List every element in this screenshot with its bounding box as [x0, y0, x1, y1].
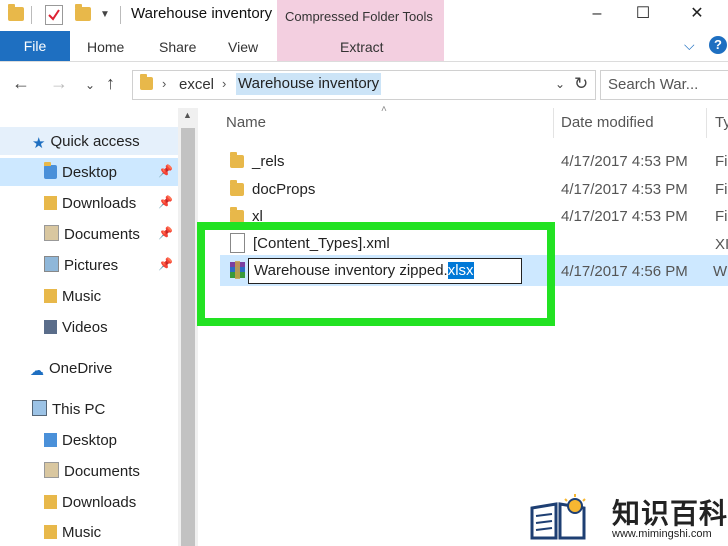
chevron-down-icon[interactable]: ⌄ — [555, 77, 565, 91]
column-date[interactable]: Date modified — [561, 114, 654, 131]
music-icon — [44, 289, 57, 303]
file-date: 4/17/2017 4:53 PM — [561, 153, 688, 170]
file-type: Fi — [715, 181, 728, 198]
breadcrumb-current[interactable]: Warehouse inventory — [236, 73, 382, 95]
chevron-right-icon[interactable]: › — [162, 76, 166, 91]
cloud-icon: ☁ — [30, 362, 44, 378]
compressed-folder-tools-label: Compressed Folder Tools — [285, 9, 433, 24]
watermark-logo — [528, 494, 590, 540]
file-tab[interactable]: File — [0, 31, 70, 61]
maximize-button[interactable]: ☐ — [620, 0, 666, 30]
nav-pc-documents[interactable]: Documents — [44, 458, 140, 485]
tab-share[interactable]: Share — [159, 39, 196, 55]
forward-arrow-icon[interactable]: → — [50, 73, 68, 94]
nav-pc-music[interactable]: Music — [44, 519, 101, 546]
pin-icon[interactable]: 📌 — [158, 164, 173, 178]
documents-icon — [44, 225, 59, 241]
sort-ascending-icon: ˄ — [381, 104, 387, 115]
downloads-icon — [44, 196, 57, 210]
window-title: Warehouse inventory — [131, 5, 273, 22]
pin-icon[interactable]: 📌 — [158, 195, 173, 209]
pin-icon[interactable]: 📌 — [158, 257, 173, 271]
breadcrumb-excel[interactable]: excel — [179, 76, 214, 93]
pin-icon[interactable]: 📌 — [158, 226, 173, 240]
nav-onedrive[interactable]: ☁ OneDrive — [30, 355, 112, 382]
column-name[interactable]: Name — [226, 114, 266, 131]
tab-home[interactable]: Home — [87, 39, 124, 55]
customize-toolbar-icon[interactable]: ▼ — [100, 9, 110, 20]
chevron-right-icon[interactable]: › — [222, 76, 226, 91]
videos-icon — [44, 320, 57, 334]
tab-extract[interactable]: Extract — [340, 39, 384, 55]
file-name[interactable]: [Content_Types].xml — [253, 235, 390, 252]
music-icon — [44, 525, 57, 539]
computer-icon — [32, 400, 47, 416]
nav-pictures[interactable]: Pictures — [44, 252, 118, 279]
nav-desktop[interactable]: Desktop — [44, 159, 117, 186]
file-type: XI — [715, 236, 728, 253]
star-icon: ★ — [32, 135, 46, 152]
nav-music[interactable]: Music — [44, 283, 101, 310]
file-date: 4/17/2017 4:53 PM — [561, 208, 688, 225]
scrollbar-thumb[interactable] — [181, 128, 195, 546]
watermark-name: 知识百科 — [612, 497, 728, 530]
archive-icon — [229, 261, 246, 279]
back-arrow-icon[interactable]: ← — [12, 73, 30, 94]
minimize-button[interactable]: – — [574, 0, 620, 30]
nav-downloads[interactable]: Downloads — [44, 190, 136, 217]
scroll-up-icon[interactable]: ▲ — [183, 110, 192, 120]
nav-this-pc[interactable]: This PC — [32, 396, 105, 423]
file-type: Fi — [715, 208, 728, 225]
column-divider[interactable] — [553, 108, 554, 138]
rename-input[interactable]: Warehouse inventory zipped.xlsx — [248, 258, 522, 284]
divider — [120, 6, 121, 24]
refresh-icon[interactable]: ↻ — [574, 74, 588, 94]
document-icon — [230, 233, 245, 253]
nav-documents[interactable]: Documents — [44, 221, 140, 248]
column-divider[interactable] — [706, 108, 707, 138]
desktop-icon — [44, 162, 57, 179]
rename-selection: xlsx — [447, 262, 474, 279]
tab-view[interactable]: View — [228, 39, 258, 55]
column-type[interactable]: Ty — [715, 114, 728, 131]
nav-quick-access[interactable]: ★ Quick access — [32, 128, 140, 155]
watermark-url: www.mimingshi.com — [612, 528, 712, 540]
properties-icon[interactable] — [45, 5, 63, 25]
search-placeholder: Search War... — [608, 76, 699, 93]
nav-pc-desktop[interactable]: Desktop — [44, 427, 117, 454]
nav-pc-downloads[interactable]: Downloads — [44, 489, 136, 516]
desktop-icon — [44, 433, 57, 447]
folder-icon — [230, 180, 244, 196]
file-type: Fi — [715, 153, 728, 170]
file-list — [198, 108, 728, 546]
file-name[interactable]: _rels — [252, 153, 285, 170]
folder-icon — [230, 152, 244, 168]
help-icon[interactable]: ? — [709, 36, 727, 54]
ribbon-expand-icon[interactable]: ⌵ — [684, 37, 695, 54]
recent-locations-icon[interactable]: ⌄ — [85, 78, 95, 92]
documents-icon — [44, 462, 59, 478]
nav-videos[interactable]: Videos — [44, 314, 108, 341]
folder-icon — [140, 74, 153, 90]
file-date: 4/17/2017 4:53 PM — [561, 181, 688, 198]
file-type: W — [713, 263, 728, 280]
folder-icon — [8, 4, 24, 21]
divider — [31, 6, 32, 24]
pictures-icon — [44, 256, 59, 272]
close-button[interactable]: ✕ — [674, 0, 720, 30]
up-arrow-icon[interactable]: ↑ — [106, 73, 115, 94]
file-name[interactable]: docProps — [252, 181, 315, 198]
downloads-icon — [44, 495, 57, 509]
new-folder-icon[interactable] — [75, 4, 91, 21]
file-date: 4/17/2017 4:56 PM — [561, 263, 688, 280]
